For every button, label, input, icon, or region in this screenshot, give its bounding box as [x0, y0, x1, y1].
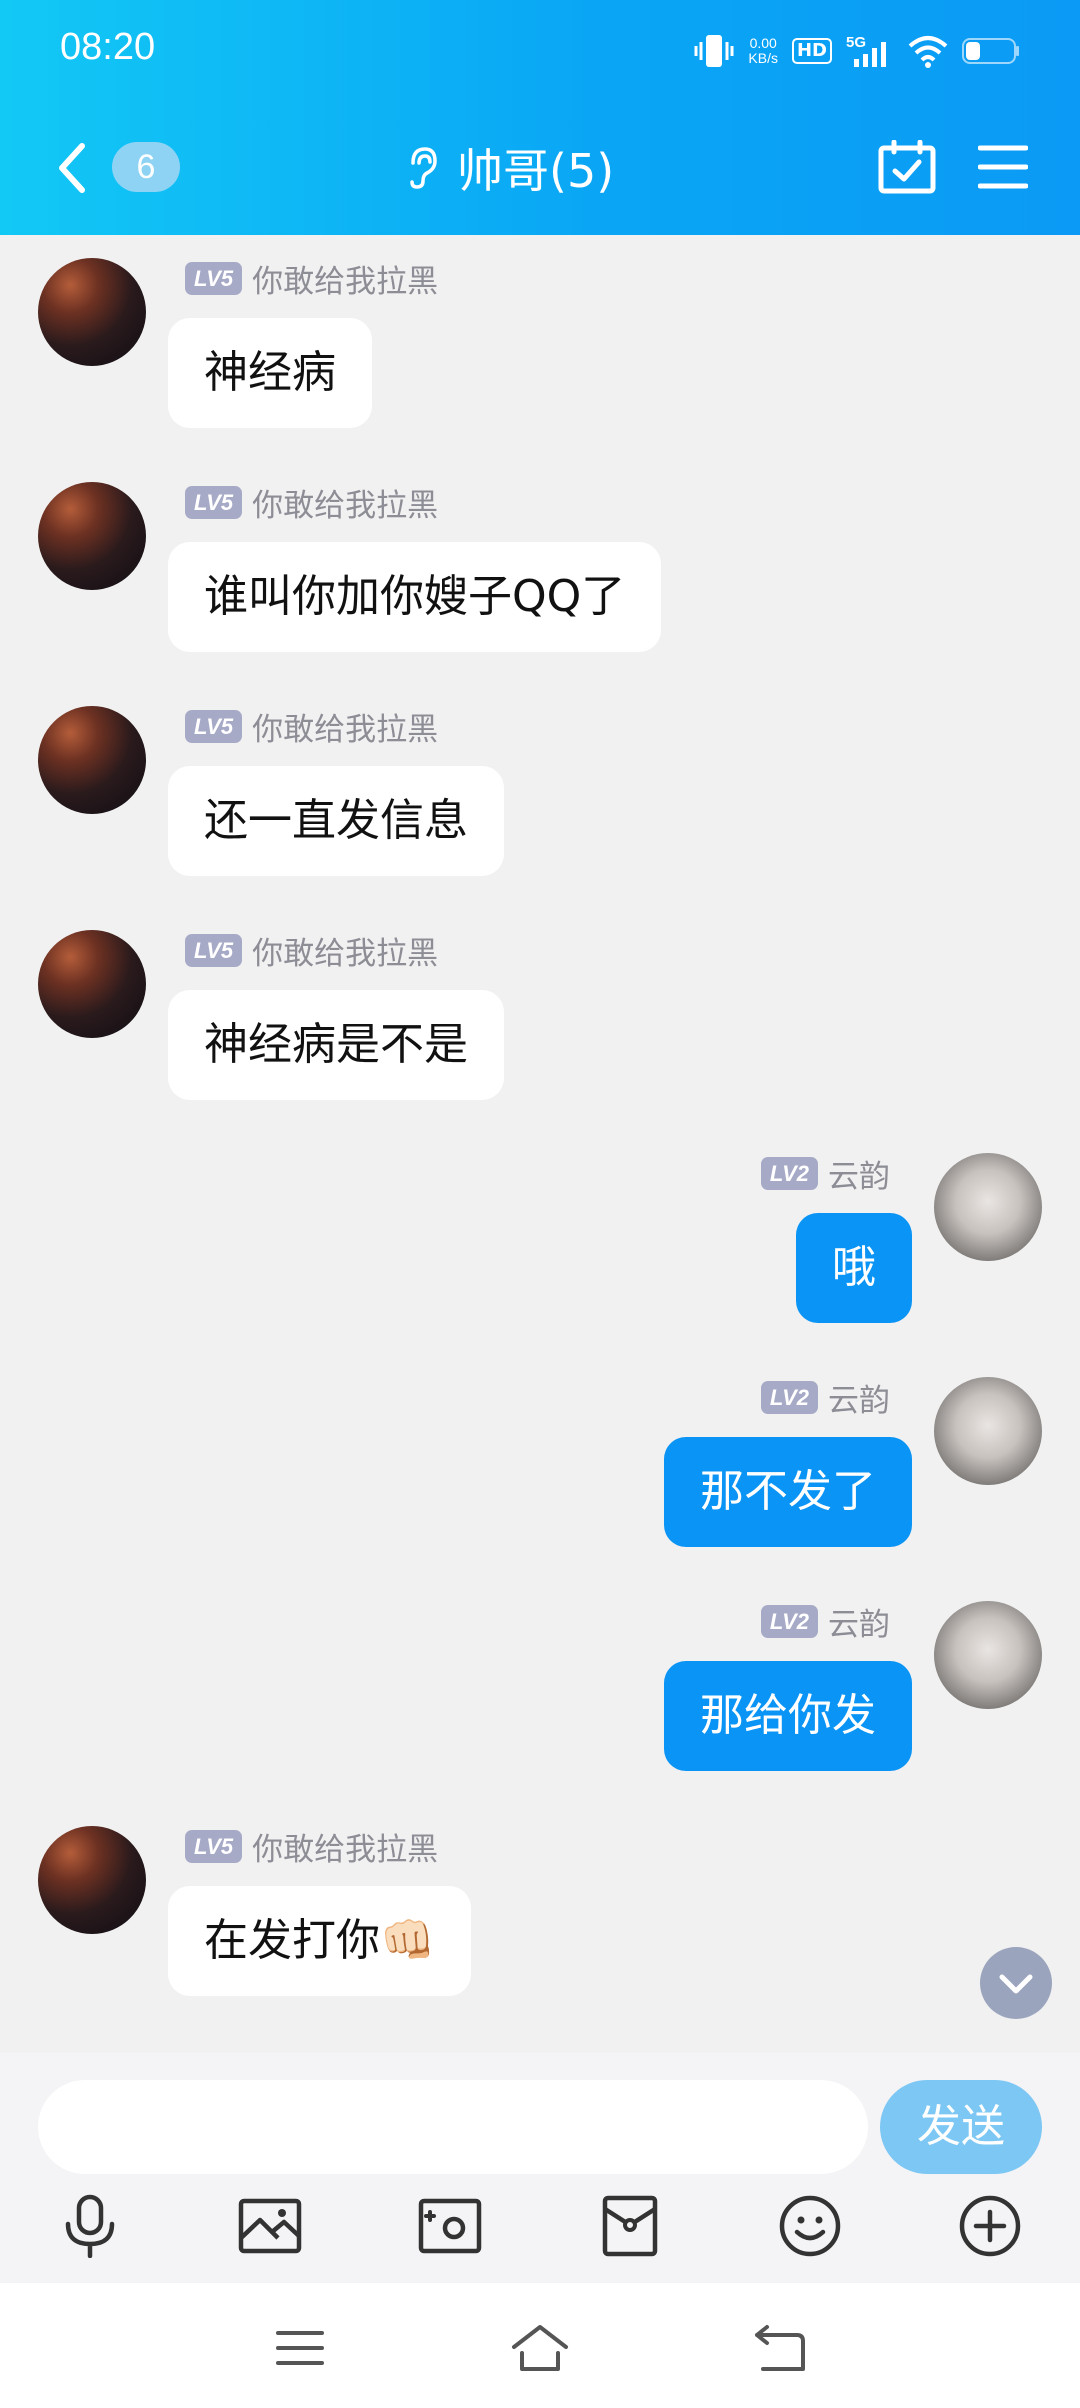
level-badge: LV5: [185, 261, 243, 295]
level-badge: LV2: [760, 1380, 818, 1414]
back-icon[interactable]: [52, 138, 92, 198]
image-icon[interactable]: [225, 2181, 315, 2271]
chat-header: 08:20 0.00 KB/s HD 5G 6 帅哥(5): [0, 0, 1080, 235]
sender-name: 云韵: [828, 1158, 890, 1195]
status-icons: 0.00 KB/s HD 5G: [694, 26, 1020, 76]
message-item: LV5 你敢给我拉黑 谁叫你加你嫂子QQ了: [0, 482, 1080, 652]
message-bubble[interactable]: 神经病: [168, 318, 372, 428]
level-badge: LV5: [185, 1829, 243, 1863]
microphone-icon[interactable]: [45, 2181, 135, 2271]
level-badge: LV5: [185, 709, 243, 743]
menu-icon[interactable]: [978, 144, 1028, 190]
message-bubble[interactable]: 那给你发: [664, 1661, 912, 1771]
wifi-icon: [908, 36, 948, 68]
message-bubble[interactable]: 谁叫你加你嫂子QQ了: [168, 542, 662, 652]
avatar[interactable]: [934, 1601, 1042, 1709]
avatar[interactable]: [38, 1826, 146, 1934]
system-navigation-bar: [0, 2283, 1080, 2408]
sender-name: 你敢给我拉黑: [252, 263, 439, 300]
avatar[interactable]: [38, 482, 146, 590]
network-speed: 0.00 KB/s: [748, 35, 778, 66]
recent-apps-icon[interactable]: [265, 2313, 335, 2383]
chat-title-area[interactable]: 帅哥(5): [405, 138, 614, 198]
camera-icon[interactable]: [405, 2181, 495, 2271]
home-icon[interactable]: [505, 2313, 575, 2383]
input-bar: 发送: [0, 2053, 1080, 2283]
scroll-to-bottom-icon[interactable]: [980, 1947, 1052, 2019]
level-badge: LV2: [760, 1604, 818, 1638]
sender-name: 你敢给我拉黑: [252, 487, 439, 524]
avatar[interactable]: [38, 258, 146, 366]
ear-icon: [410, 147, 437, 189]
message-item: LV5 你敢给我拉黑 神经病是不是: [0, 930, 1080, 1100]
vibrate-icon: [694, 35, 734, 67]
sender-name: 云韵: [828, 1606, 890, 1643]
status-time: 08:20: [60, 26, 156, 68]
hd-icon: HD: [791, 38, 832, 64]
message-bubble[interactable]: 那不发了: [664, 1437, 912, 1547]
emoji-icon[interactable]: [765, 2181, 855, 2271]
svg-text:5G: 5G: [846, 34, 866, 51]
avatar[interactable]: [38, 706, 146, 814]
message-item: LV5 你敢给我拉黑 在发打你👊🏻: [0, 1826, 1080, 1996]
red-packet-icon[interactable]: [585, 2181, 675, 2271]
level-badge: LV5: [185, 933, 243, 967]
avatar[interactable]: [934, 1377, 1042, 1485]
sender-name: 你敢给我拉黑: [252, 1831, 439, 1868]
message-bubble[interactable]: 神经病是不是: [168, 990, 504, 1100]
sender-name: 你敢给我拉黑: [252, 935, 439, 972]
level-badge: LV5: [185, 485, 243, 519]
avatar[interactable]: [38, 930, 146, 1038]
message-item: LV2 云韵 哦: [0, 1153, 1080, 1323]
message-item: LV2 云韵 那不发了: [0, 1377, 1080, 1547]
back-nav-icon[interactable]: [745, 2313, 815, 2383]
avatar[interactable]: [934, 1153, 1042, 1261]
send-button[interactable]: 发送: [880, 2080, 1042, 2174]
level-badge: LV2: [760, 1156, 818, 1190]
message-item: LV5 你敢给我拉黑 还一直发信息: [0, 706, 1080, 876]
calendar-check-icon[interactable]: [878, 140, 936, 194]
message-input[interactable]: [38, 2080, 868, 2174]
battery-icon: [962, 38, 1019, 64]
plus-icon[interactable]: [945, 2181, 1035, 2271]
chat-title: 帅哥(5): [457, 144, 615, 198]
unread-badge[interactable]: 6: [112, 142, 180, 192]
sender-name: 你敢给我拉黑: [252, 711, 439, 748]
signal-5g-icon: 5G: [846, 34, 886, 67]
message-item: LV5 你敢给我拉黑 神经病: [0, 258, 1080, 428]
message-bubble[interactable]: 还一直发信息: [168, 766, 504, 876]
message-bubble[interactable]: 在发打你👊🏻: [168, 1886, 471, 1996]
message-item: LV2 云韵 那给你发: [0, 1601, 1080, 1771]
sender-name: 云韵: [828, 1382, 890, 1419]
message-bubble[interactable]: 哦: [796, 1213, 912, 1323]
